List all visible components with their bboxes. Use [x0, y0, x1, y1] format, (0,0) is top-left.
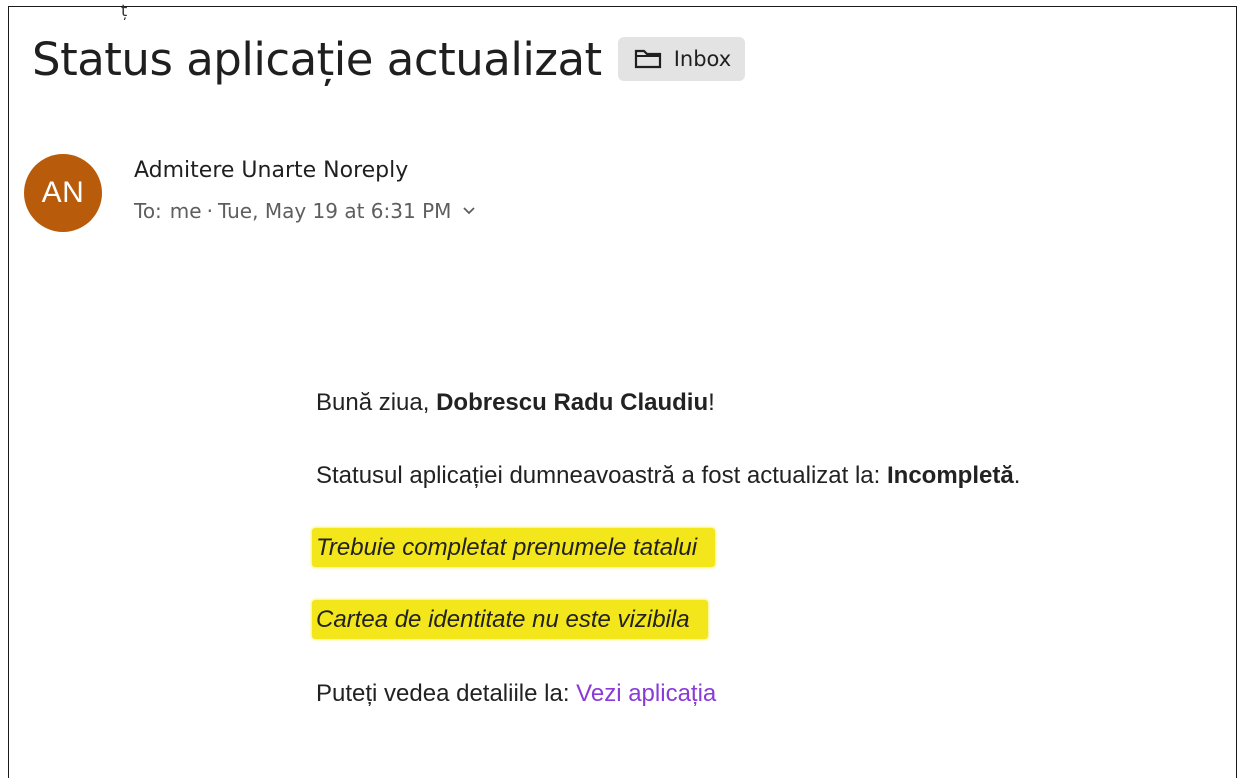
- recipient-full-name: Dobrescu Radu Claudiu: [436, 389, 709, 416]
- chevron-down-icon[interactable]: [461, 203, 477, 219]
- recipient-line: To: me · Tue, May 19 at 6:31 PM: [134, 199, 477, 223]
- subject-row: Status aplicație actualizat Inbox: [32, 26, 746, 92]
- status-suffix: .: [1013, 462, 1021, 489]
- requirement-item: Cartea de identitate nu este vizibila: [312, 600, 708, 639]
- view-application-link[interactable]: Vezi aplicația: [576, 680, 716, 707]
- to-label: To:: [134, 199, 162, 223]
- sent-date: Tue, May 19 at 6:31 PM: [217, 199, 452, 223]
- greeting-prefix: Bună ziua,: [316, 389, 437, 416]
- inbox-label-text: Inbox: [673, 47, 732, 71]
- details-prefix: Puteți vedea detaliile la:: [316, 680, 577, 707]
- email-subject: Status aplicație actualizat: [32, 32, 602, 86]
- highlighted-requirement: Cartea de identitate nu este vizibila: [312, 600, 708, 639]
- cursor-fragment: ț: [121, 1, 128, 20]
- status-value: Incompletă: [886, 462, 1014, 489]
- status-prefix: Statusul aplicației dumneavoastră a fost…: [316, 462, 887, 489]
- highlighted-requirement: Trebuie completat prenumele tatalui: [312, 528, 716, 567]
- to-value: me: [169, 199, 202, 223]
- requirement-item: Trebuie completat prenumele tatalui: [312, 528, 716, 567]
- avatar[interactable]: AN: [24, 154, 102, 232]
- status-line: Statusul aplicației dumneavoastră a fost…: [316, 462, 1020, 490]
- sender-name[interactable]: Admitere Unarte Noreply: [134, 158, 408, 183]
- details-line: Puteți vedea detaliile la: Vezi aplicați…: [316, 680, 716, 708]
- greeting-line: Bună ziua, Dobrescu Radu Claudiu!: [316, 389, 715, 417]
- separator-dot: ·: [206, 199, 213, 223]
- greeting-suffix: !: [708, 389, 715, 416]
- inbox-label-chip[interactable]: Inbox: [617, 37, 746, 81]
- folder-icon: [634, 49, 661, 69]
